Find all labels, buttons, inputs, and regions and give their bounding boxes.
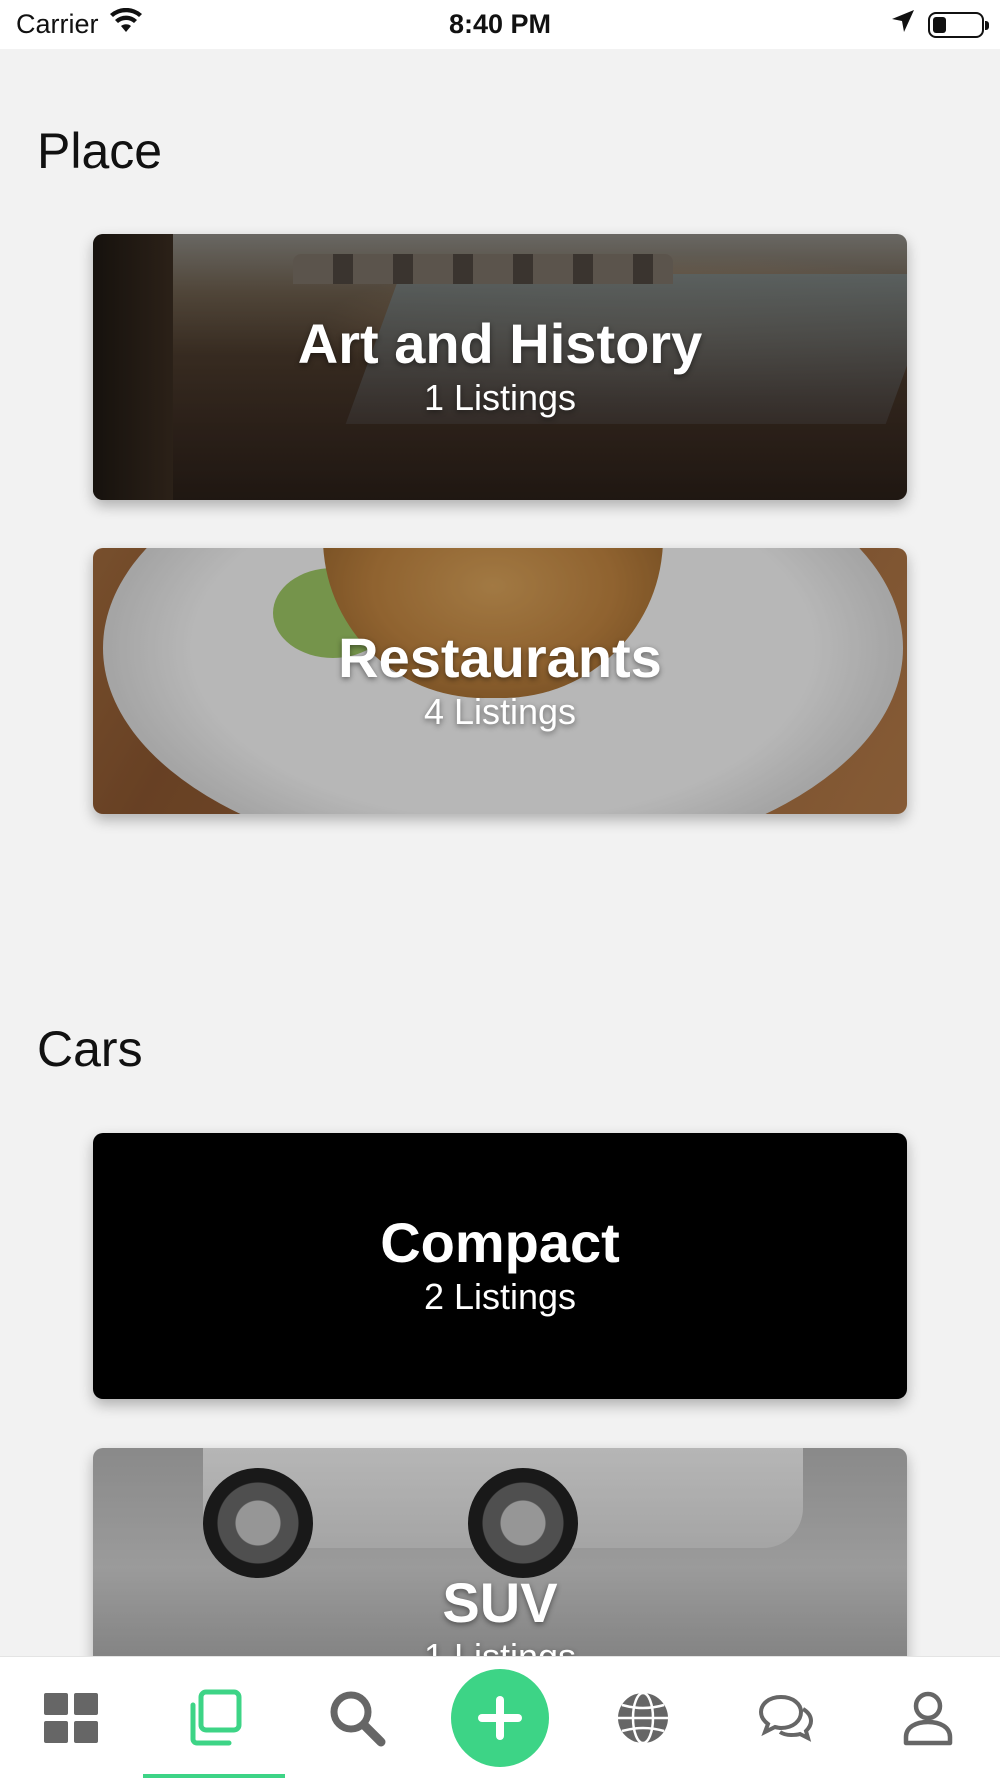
tab-messages[interactable]: [715, 1657, 857, 1778]
card-title: Art and History: [297, 312, 703, 375]
location-arrow-icon: [890, 8, 916, 41]
category-card-restaurants[interactable]: Restaurants 4 Listings: [93, 548, 907, 814]
tab-profile[interactable]: [857, 1657, 999, 1778]
battery-icon: [928, 11, 989, 38]
card-listing-count: 4 Listings: [423, 691, 577, 732]
card-listing-count: 1 Listings: [423, 377, 577, 418]
tab-home[interactable]: [0, 1657, 142, 1778]
tab-categories[interactable]: [143, 1657, 286, 1778]
section-title-place: Place: [37, 123, 163, 179]
globe-icon: [617, 1691, 668, 1744]
card-title: SUV: [442, 1571, 558, 1634]
user-icon: [904, 1691, 953, 1745]
carrier-label: Carrier: [16, 9, 99, 39]
search-icon: [330, 1691, 386, 1746]
category-card-compact[interactable]: Compact 2 Listings: [93, 1133, 907, 1399]
chat-bubbles-icon: [758, 1694, 813, 1742]
status-time: 8:40 PM: [448, 9, 552, 39]
tab-explore[interactable]: [572, 1657, 714, 1778]
plus-icon: [477, 1695, 522, 1740]
section-title-cars: Cars: [37, 1021, 143, 1077]
wifi-icon: [109, 7, 143, 41]
card-title: Restaurants: [338, 626, 662, 689]
category-card-art-and-history[interactable]: Art and History 1 Listings: [93, 234, 907, 500]
tab-search[interactable]: [286, 1657, 428, 1778]
status-right: [890, 8, 989, 41]
bottom-tab-bar: [0, 1656, 1000, 1778]
tab-add[interactable]: [429, 1657, 571, 1778]
status-bar: Carrier 8:40 PM: [0, 0, 1000, 49]
status-left: Carrier: [16, 7, 143, 41]
card-listing-count: 2 Listings: [423, 1276, 577, 1317]
card-title: Compact: [380, 1211, 620, 1274]
grid-icon: [44, 1692, 99, 1743]
add-listing-button[interactable]: [450, 1668, 549, 1767]
stacked-squares-icon: [190, 1689, 242, 1745]
